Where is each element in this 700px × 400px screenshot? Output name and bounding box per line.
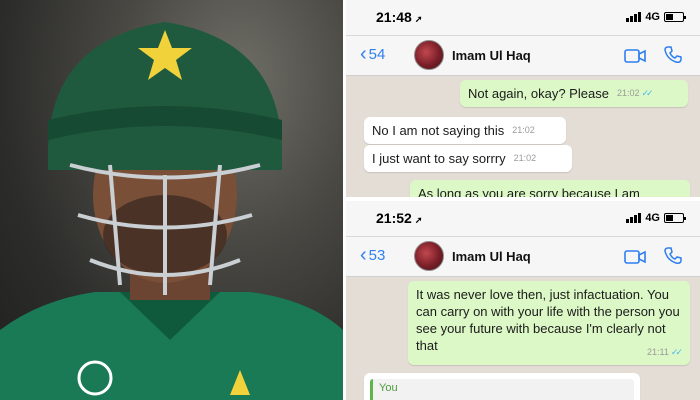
status-right: 4G <box>626 212 686 224</box>
network-label: 4G <box>645 212 660 224</box>
reply-author: You <box>379 382 398 394</box>
status-time-text: 21:52 <box>376 210 412 226</box>
message-text: Not again, okay? Please <box>468 86 609 101</box>
contact-name[interactable]: Imam Ul Haq <box>452 48 531 63</box>
message-text: No I am not saying this <box>372 123 505 138</box>
battery-icon <box>664 12 686 22</box>
signal-icon <box>626 12 642 22</box>
network-label: 4G <box>645 11 660 23</box>
message-time: 21:02 <box>616 88 640 98</box>
location-arrow-icon: ➚ <box>414 14 423 24</box>
chevron-left-icon: ‹ <box>360 244 367 266</box>
message-outgoing[interactable]: It was never love then, just infactuatio… <box>408 281 690 365</box>
chevron-left-icon: ‹ <box>360 43 367 65</box>
message-text: As long as you are sorry because I am <box>418 186 640 197</box>
status-right: 4G <box>626 11 686 23</box>
message-time-wrap: 21:11 ✓✓ <box>647 344 683 361</box>
cricketer-photo <box>0 0 343 400</box>
video-call-icon[interactable] <box>624 250 646 264</box>
chat-header: ‹ 53 Imam Ul Haq <box>346 237 700 277</box>
message-outgoing-partial[interactable]: As long as you are sorry because I am <box>410 180 690 197</box>
reply-quote: You <box>370 379 634 400</box>
back-count: 53 <box>368 246 386 264</box>
status-time: 21:48 ➚ <box>376 9 422 25</box>
avatar[interactable] <box>414 241 444 271</box>
phone-call-icon[interactable] <box>664 247 682 265</box>
avatar[interactable] <box>414 40 444 70</box>
message-time: 21:11 <box>647 347 669 357</box>
message-time: 21:02 <box>512 125 535 135</box>
back-button[interactable]: ‹ 54 <box>360 43 386 65</box>
message-incoming[interactable]: I just want to say sorrry 21:02 <box>364 145 572 172</box>
message-outgoing[interactable]: Not again, okay? Please 21:02 ✓✓ <box>460 80 688 107</box>
read-ticks-icon: ✓✓ <box>670 347 683 357</box>
chat-header: ‹ 54 Imam Ul Haq <box>346 36 700 76</box>
battery-icon <box>664 213 686 223</box>
cricketer-illustration <box>0 22 343 400</box>
chat-screenshot-bottom: 21:52 ➚ 4G ‹ 53 Imam Ul Haq It was never … <box>346 201 700 400</box>
status-time: 21:52 ➚ <box>376 210 422 226</box>
message-time: 21:02 <box>513 153 537 163</box>
contact-name[interactable]: Imam Ul Haq <box>452 249 531 264</box>
signal-icon <box>626 213 642 223</box>
back-button[interactable]: ‹ 53 <box>360 244 386 266</box>
video-call-icon[interactable] <box>624 49 646 63</box>
phone-call-icon[interactable] <box>664 46 682 64</box>
message-incoming[interactable]: No I am not saying this 21:02 <box>364 117 566 144</box>
status-time-text: 21:48 <box>376 9 412 25</box>
back-count: 54 <box>368 45 386 63</box>
message-text: It was never love then, just infactuatio… <box>416 287 680 353</box>
status-bar: 21:52 ➚ 4G <box>346 201 700 237</box>
status-bar: 21:48 ➚ 4G <box>346 0 700 36</box>
read-ticks-icon: ✓✓ <box>641 88 653 98</box>
message-text: I just want to say sorrry <box>372 151 506 166</box>
chat-screenshot-top: 21:48 ➚ 4G ‹ 54 Imam Ul Haq Not again, ok… <box>346 0 700 197</box>
reply-message[interactable]: You <box>364 373 640 400</box>
location-arrow-icon: ➚ <box>414 215 423 225</box>
